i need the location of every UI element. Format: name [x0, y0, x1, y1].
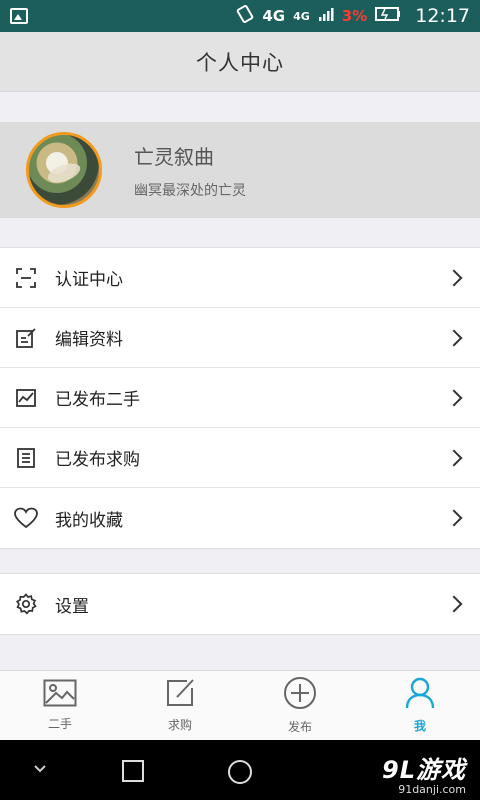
tab-me[interactable]: 我 — [360, 671, 480, 740]
clock: 12:17 — [415, 5, 470, 27]
battery-percent: 3% — [341, 7, 368, 25]
image-icon — [43, 679, 77, 711]
chevron-right-icon — [445, 329, 463, 346]
gear-icon — [14, 592, 38, 616]
tab-secondhand[interactable]: 二手 — [0, 671, 120, 740]
watermark: 9L游戏 91danji.com — [382, 750, 466, 796]
menu-item-settings[interactable]: 设置 — [0, 574, 480, 634]
tab-label: 发布 — [287, 720, 312, 734]
menu-item-label: 编辑资料 — [55, 330, 123, 350]
chevron-right-icon — [445, 509, 463, 527]
bottom-tab-bar: 二手 求购 发布 我 — [0, 670, 480, 740]
chevron-right-icon — [445, 269, 463, 286]
menu-group-main: 认证中心 编辑资料 已发布二手 已发布求购 我的收藏 — [0, 247, 480, 549]
chevron-right-icon — [445, 449, 463, 466]
plus-circle-icon — [283, 676, 317, 714]
chart-image-icon — [14, 386, 38, 410]
system-nav-bar: 9L游戏 91danji.com — [0, 740, 480, 800]
edit-note-icon — [14, 326, 38, 350]
tab-label: 求购 — [167, 718, 192, 732]
battery-icon — [375, 7, 401, 25]
menu-item-published-wanted[interactable]: 已发布求购 — [0, 428, 480, 488]
tab-label: 我 — [413, 719, 426, 733]
menu-item-edit-profile[interactable]: 编辑资料 — [0, 308, 480, 368]
signal-icon — [318, 6, 334, 26]
menu-item-verification[interactable]: 认证中心 — [0, 248, 480, 308]
pencil-square-icon — [165, 678, 195, 712]
profile-signature: 幽冥最深处的亡灵 — [134, 182, 246, 199]
watermark-logo: 9L游戏 — [382, 756, 466, 784]
menu-group-settings: 设置 — [0, 573, 480, 635]
gallery-notification-icon — [10, 8, 28, 24]
tab-wanted[interactable]: 求购 — [120, 671, 240, 740]
chevron-right-icon — [445, 389, 463, 406]
profile-name: 亡灵叙曲 — [134, 144, 214, 169]
heart-icon — [14, 506, 38, 530]
network-4g-label-2: 4G — [293, 9, 310, 23]
user-icon — [405, 677, 435, 713]
menu-item-label: 设置 — [55, 596, 89, 617]
list-board-icon — [14, 446, 38, 470]
menu-item-label: 已发布二手 — [55, 390, 140, 410]
chevron-right-icon — [445, 595, 463, 613]
header-bar: 个人中心 — [0, 32, 480, 92]
scan-frame-icon — [14, 266, 38, 290]
rotate-lock-icon — [236, 4, 254, 27]
recent-apps-button[interactable] — [120, 758, 146, 788]
avatar[interactable] — [26, 132, 102, 208]
menu-item-label: 我的收藏 — [55, 510, 123, 531]
profile-card[interactable]: 亡灵叙曲 幽冥最深处的亡灵 — [0, 122, 480, 218]
tab-publish[interactable]: 发布 — [240, 671, 360, 740]
home-button[interactable] — [226, 758, 254, 790]
network-4g-label-1: 4G — [262, 7, 286, 25]
tab-label: 二手 — [47, 717, 72, 731]
chevron-down-icon[interactable] — [32, 758, 48, 784]
status-bar: 4G 4G 3% 12:17 — [0, 0, 480, 32]
menu-item-published-secondhand[interactable]: 已发布二手 — [0, 368, 480, 428]
menu-item-favorites[interactable]: 我的收藏 — [0, 488, 480, 548]
menu-item-label: 已发布求购 — [55, 450, 140, 470]
menu-item-label: 认证中心 — [55, 270, 123, 290]
page-title: 个人中心 — [196, 50, 284, 75]
